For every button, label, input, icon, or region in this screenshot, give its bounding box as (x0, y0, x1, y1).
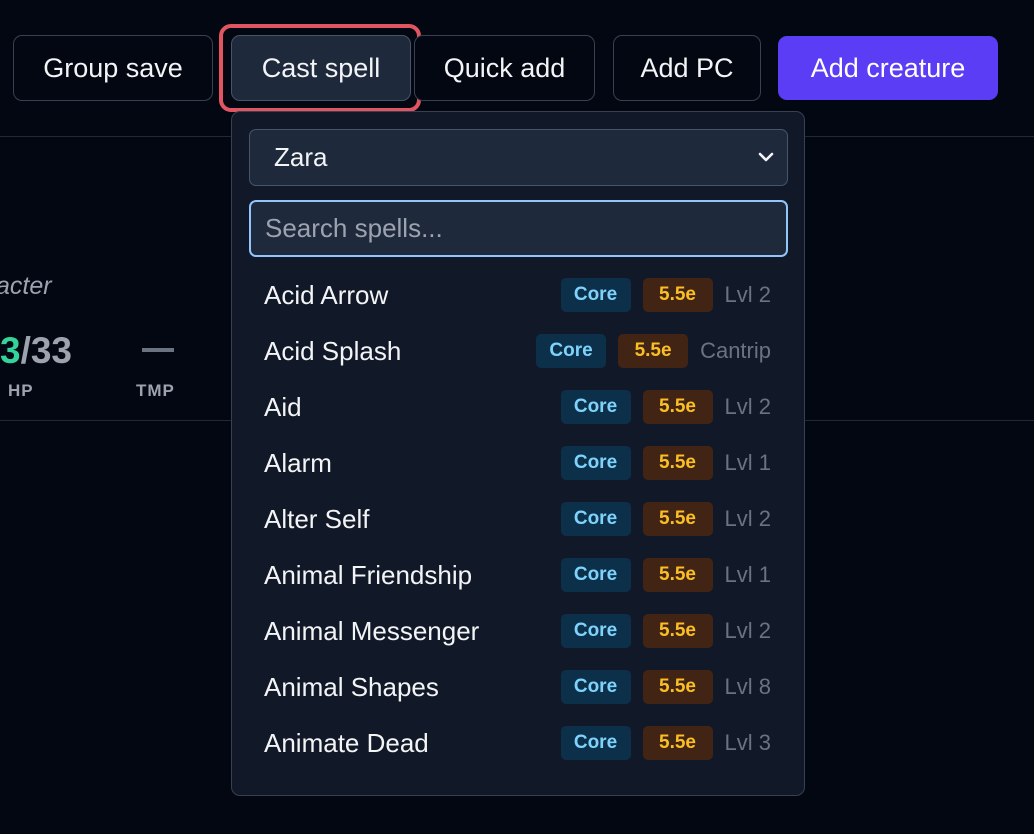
spell-list: Acid Arrow Core 5.5e Lvl 2 Acid Splash Core 5.… (232, 267, 804, 771)
add-creature-button[interactable]: Add creature (778, 36, 998, 100)
edition-badge: 5.5e (642, 390, 713, 424)
edition-badge: 5.5e (642, 670, 713, 704)
spell-name: Alarm (264, 447, 332, 478)
edition-badge: 5.5e (642, 502, 713, 536)
hp-value[interactable]: 3/33 (0, 330, 72, 372)
source-badge: Core (560, 558, 631, 592)
spell-level: Lvl 2 (724, 394, 771, 419)
spell-search-input[interactable]: Search spells... (249, 200, 788, 257)
spell-row[interactable]: Animal Messenger Core 5.5e Lvl 2 (232, 603, 804, 659)
edition-badge: 5.5e (642, 446, 713, 480)
source-badge: Core (560, 614, 631, 648)
tmp-empty-dash[interactable] (142, 348, 174, 352)
add-pc-button[interactable]: Add PC (613, 35, 761, 101)
spell-row[interactable]: Acid Splash Core 5.5e Cantrip (232, 323, 804, 379)
source-badge: Core (560, 726, 631, 760)
source-badge: Core (560, 502, 631, 536)
spell-level: Lvl 8 (724, 674, 771, 699)
spell-name: Animate Dead (264, 727, 429, 758)
spell-level: Lvl 1 (724, 562, 771, 587)
chevron-down-icon (758, 152, 774, 162)
tmp-label: TMP (136, 381, 175, 400)
edition-badge: 5.5e (618, 334, 689, 368)
spell-name: Alter Self (264, 503, 370, 534)
character-subtitle: acter (0, 272, 52, 300)
source-badge: Core (560, 390, 631, 424)
spell-name: Acid Arrow (264, 279, 389, 310)
spell-name: Animal Shapes (264, 671, 439, 702)
source-badge: Core (560, 446, 631, 480)
spell-row[interactable]: Acid Arrow Core 5.5e Lvl 2 (232, 267, 804, 323)
spell-level: Lvl 2 (724, 282, 771, 307)
spell-row[interactable]: Alarm Core 5.5e Lvl 1 (232, 435, 804, 491)
spell-name: Aid (264, 391, 302, 422)
caster-select[interactable]: Zara (249, 129, 788, 186)
cast-spell-panel: Zara Search spells... Acid Arrow Core 5.5e… (231, 111, 805, 796)
spell-level: Lvl 2 (724, 506, 771, 531)
edition-badge: 5.5e (642, 726, 713, 760)
hp-label: HP (8, 381, 34, 400)
quick-add-button[interactable]: Quick add (414, 35, 595, 101)
group-save-button[interactable]: Group save (13, 35, 213, 101)
spell-name: Animal Messenger (264, 615, 480, 646)
source-badge: Core (536, 334, 607, 368)
spell-name: Acid Splash (264, 335, 402, 366)
spell-level: Lvl 2 (724, 618, 771, 643)
page: Group save Cast spell Quick add Add PC A… (0, 0, 1034, 834)
hp-max: /33 (20, 330, 73, 371)
spell-level: Lvl 1 (724, 450, 771, 475)
source-badge: Core (560, 278, 631, 312)
spell-row[interactable]: Animate Dead Core 5.5e Lvl 3 (232, 715, 804, 771)
edition-badge: 5.5e (642, 558, 713, 592)
spell-row[interactable]: Alter Self Core 5.5e Lvl 2 (232, 491, 804, 547)
spell-row[interactable]: Animal Shapes Core 5.5e Lvl 8 (232, 659, 804, 715)
spell-name: Animal Friendship (264, 559, 473, 590)
source-badge: Core (560, 670, 631, 704)
spell-level: Cantrip (700, 338, 771, 363)
spell-search-placeholder: Search spells... (265, 213, 443, 243)
spell-row[interactable]: Animal Friendship Core 5.5e Lvl 1 (232, 547, 804, 603)
edition-badge: 5.5e (642, 278, 713, 312)
spell-row[interactable]: Aid Core 5.5e Lvl 2 (232, 379, 804, 435)
cast-spell-button[interactable]: Cast spell (231, 35, 411, 101)
edition-badge: 5.5e (642, 614, 713, 648)
spell-level: Lvl 3 (724, 730, 771, 755)
hp-current: 3 (0, 330, 21, 371)
caster-select-value: Zara (274, 142, 328, 172)
